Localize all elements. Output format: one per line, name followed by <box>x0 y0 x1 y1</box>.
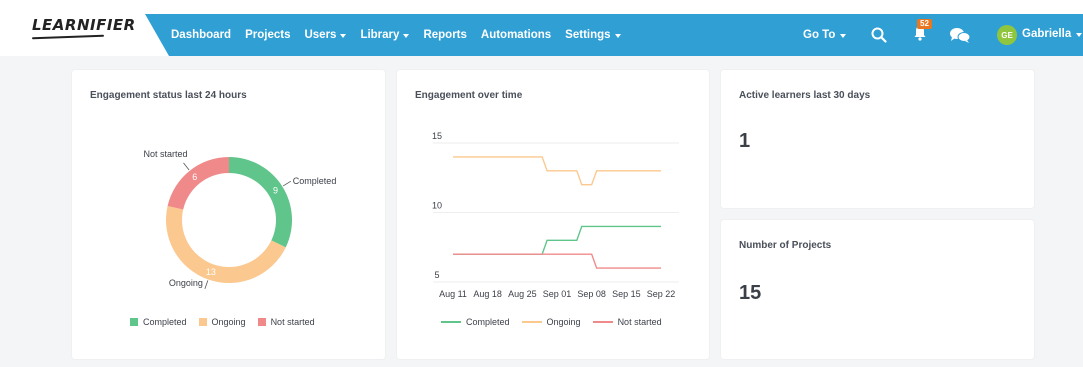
legend-item-not-started[interactable]: Not started <box>592 317 662 327</box>
engagement-over-time-card: Engagement over time 5 10 15 Aug 11 Aug 18 Au… <box>397 70 709 359</box>
nav-item-label: Dashboard <box>171 29 232 41</box>
legend-swatch <box>198 318 207 326</box>
donut-leader-line <box>183 162 190 171</box>
donut-value-label: 13 <box>206 267 216 277</box>
nav-item-users[interactable]: Users <box>304 29 347 41</box>
donut-value-label: 6 <box>192 172 197 182</box>
x-tick-label: Sep 01 <box>543 289 572 299</box>
top-navigation-bar: LEARNIFIER Dashboard Projects Users Library… <box>0 0 1083 56</box>
notification-badge: 52 <box>917 19 932 29</box>
logo[interactable]: LEARNIFIER <box>32 16 136 34</box>
legend-item-not-started[interactable]: Not started <box>257 317 315 327</box>
line-chart: 5 10 15 Aug 11 Aug 18 Aug 25 Sep 01 Sep 08 Sep 1… <box>432 131 679 299</box>
active-learners-card: Active learners last 30 days 1 <box>721 70 1034 208</box>
x-tick-label: Aug 18 <box>473 289 502 299</box>
chevron-down-icon <box>1076 32 1083 37</box>
logo-area: LEARNIFIER <box>0 0 170 56</box>
chevron-down-icon <box>614 33 621 38</box>
legend-label: Ongoing <box>211 317 246 327</box>
main-nav: Dashboard Projects Users Library Reports Auto… <box>171 14 621 56</box>
series-line-ongoing[interactable] <box>453 156 661 186</box>
active-learners-value: 1 <box>739 130 751 152</box>
nav-item-dashboard[interactable]: Dashboard <box>171 29 231 41</box>
nav-item-label: Projects <box>245 29 291 41</box>
user-name: Gabriella <box>1022 28 1072 40</box>
user-menu[interactable]: Gabriella <box>1022 28 1083 40</box>
legend-item-completed[interactable]: Completed <box>130 317 187 327</box>
donut-leader-line <box>282 180 292 187</box>
series-line-not-started[interactable] <box>453 253 661 269</box>
chevron-down-icon <box>340 33 347 38</box>
legend-label: Not started <box>270 317 315 327</box>
donut-leader-line <box>204 280 209 290</box>
donut-category-label: Not started <box>143 149 187 159</box>
legend-swatch <box>592 321 613 323</box>
nav-item-library[interactable]: Library <box>360 29 410 41</box>
series-line-completed[interactable] <box>453 225 661 255</box>
chevron-down-icon <box>403 33 410 38</box>
donut-slice-completed[interactable] <box>229 157 292 248</box>
nav-item-reports[interactable]: Reports <box>423 29 466 41</box>
legend-swatch <box>257 318 266 326</box>
nav-item-label: Settings <box>565 29 611 41</box>
y-tick-label: 5 <box>434 270 439 280</box>
nav-item-automations[interactable]: Automations <box>481 29 551 41</box>
legend-label: Completed <box>143 317 187 327</box>
donut-category-label: Completed <box>293 176 337 186</box>
card-title: Active learners last 30 days <box>739 90 871 101</box>
projects-value: 15 <box>739 282 762 304</box>
donut-value-label: 9 <box>273 186 278 196</box>
engagement-status-card: Engagement status last 24 hours 9 13 6 Comp… <box>72 70 385 359</box>
donut-slice-not-started[interactable] <box>167 157 229 210</box>
x-tick-label: Sep 15 <box>612 289 641 299</box>
legend-label: Completed <box>466 317 510 327</box>
nav-item-label: Automations <box>480 29 552 41</box>
nav-item-label: Users <box>304 29 337 41</box>
x-tick-label: Aug 25 <box>508 289 537 299</box>
legend-swatch <box>521 321 542 323</box>
legend-swatch <box>130 318 138 326</box>
goto-menu[interactable]: Go To <box>803 14 847 56</box>
legend-item-ongoing[interactable]: Ongoing <box>198 317 246 327</box>
goto-label: Go To <box>803 29 836 41</box>
number-of-projects-card: Number of Projects 15 <box>721 220 1034 359</box>
x-tick-label: Sep 08 <box>577 289 606 299</box>
y-tick-label: 15 <box>432 131 442 141</box>
x-tick-label: Aug 11 <box>439 289 467 299</box>
chat-icon[interactable] <box>949 27 971 43</box>
donut-category-label: Ongoing <box>169 278 203 288</box>
x-tick-label: Sep 22 <box>647 289 676 299</box>
nav-item-label: Reports <box>423 29 467 41</box>
line-legend: Completed Ongoing Not started <box>441 317 662 327</box>
nav-item-label: Library <box>360 29 400 41</box>
donut-slice-ongoing[interactable] <box>166 205 286 283</box>
logo-underline <box>31 34 105 40</box>
chevron-down-icon <box>840 33 847 38</box>
legend-label: Not started <box>617 317 662 327</box>
legend-item-completed[interactable]: Completed <box>441 317 510 327</box>
legend-label: Ongoing <box>546 317 581 327</box>
donut-legend: Completed Ongoing Not started <box>130 317 315 327</box>
nav-item-settings[interactable]: Settings <box>565 29 621 41</box>
legend-item-ongoing[interactable]: Ongoing <box>521 317 581 327</box>
avatar[interactable]: GE <box>997 25 1017 45</box>
card-title: Number of Projects <box>739 240 832 251</box>
y-tick-label: 10 <box>432 201 442 211</box>
donut-chart: 9 13 6 Completed Ongoing Not started <box>143 149 337 290</box>
legend-swatch <box>441 321 461 323</box>
nav-item-projects[interactable]: Projects <box>245 29 290 41</box>
search-icon[interactable] <box>871 27 887 43</box>
